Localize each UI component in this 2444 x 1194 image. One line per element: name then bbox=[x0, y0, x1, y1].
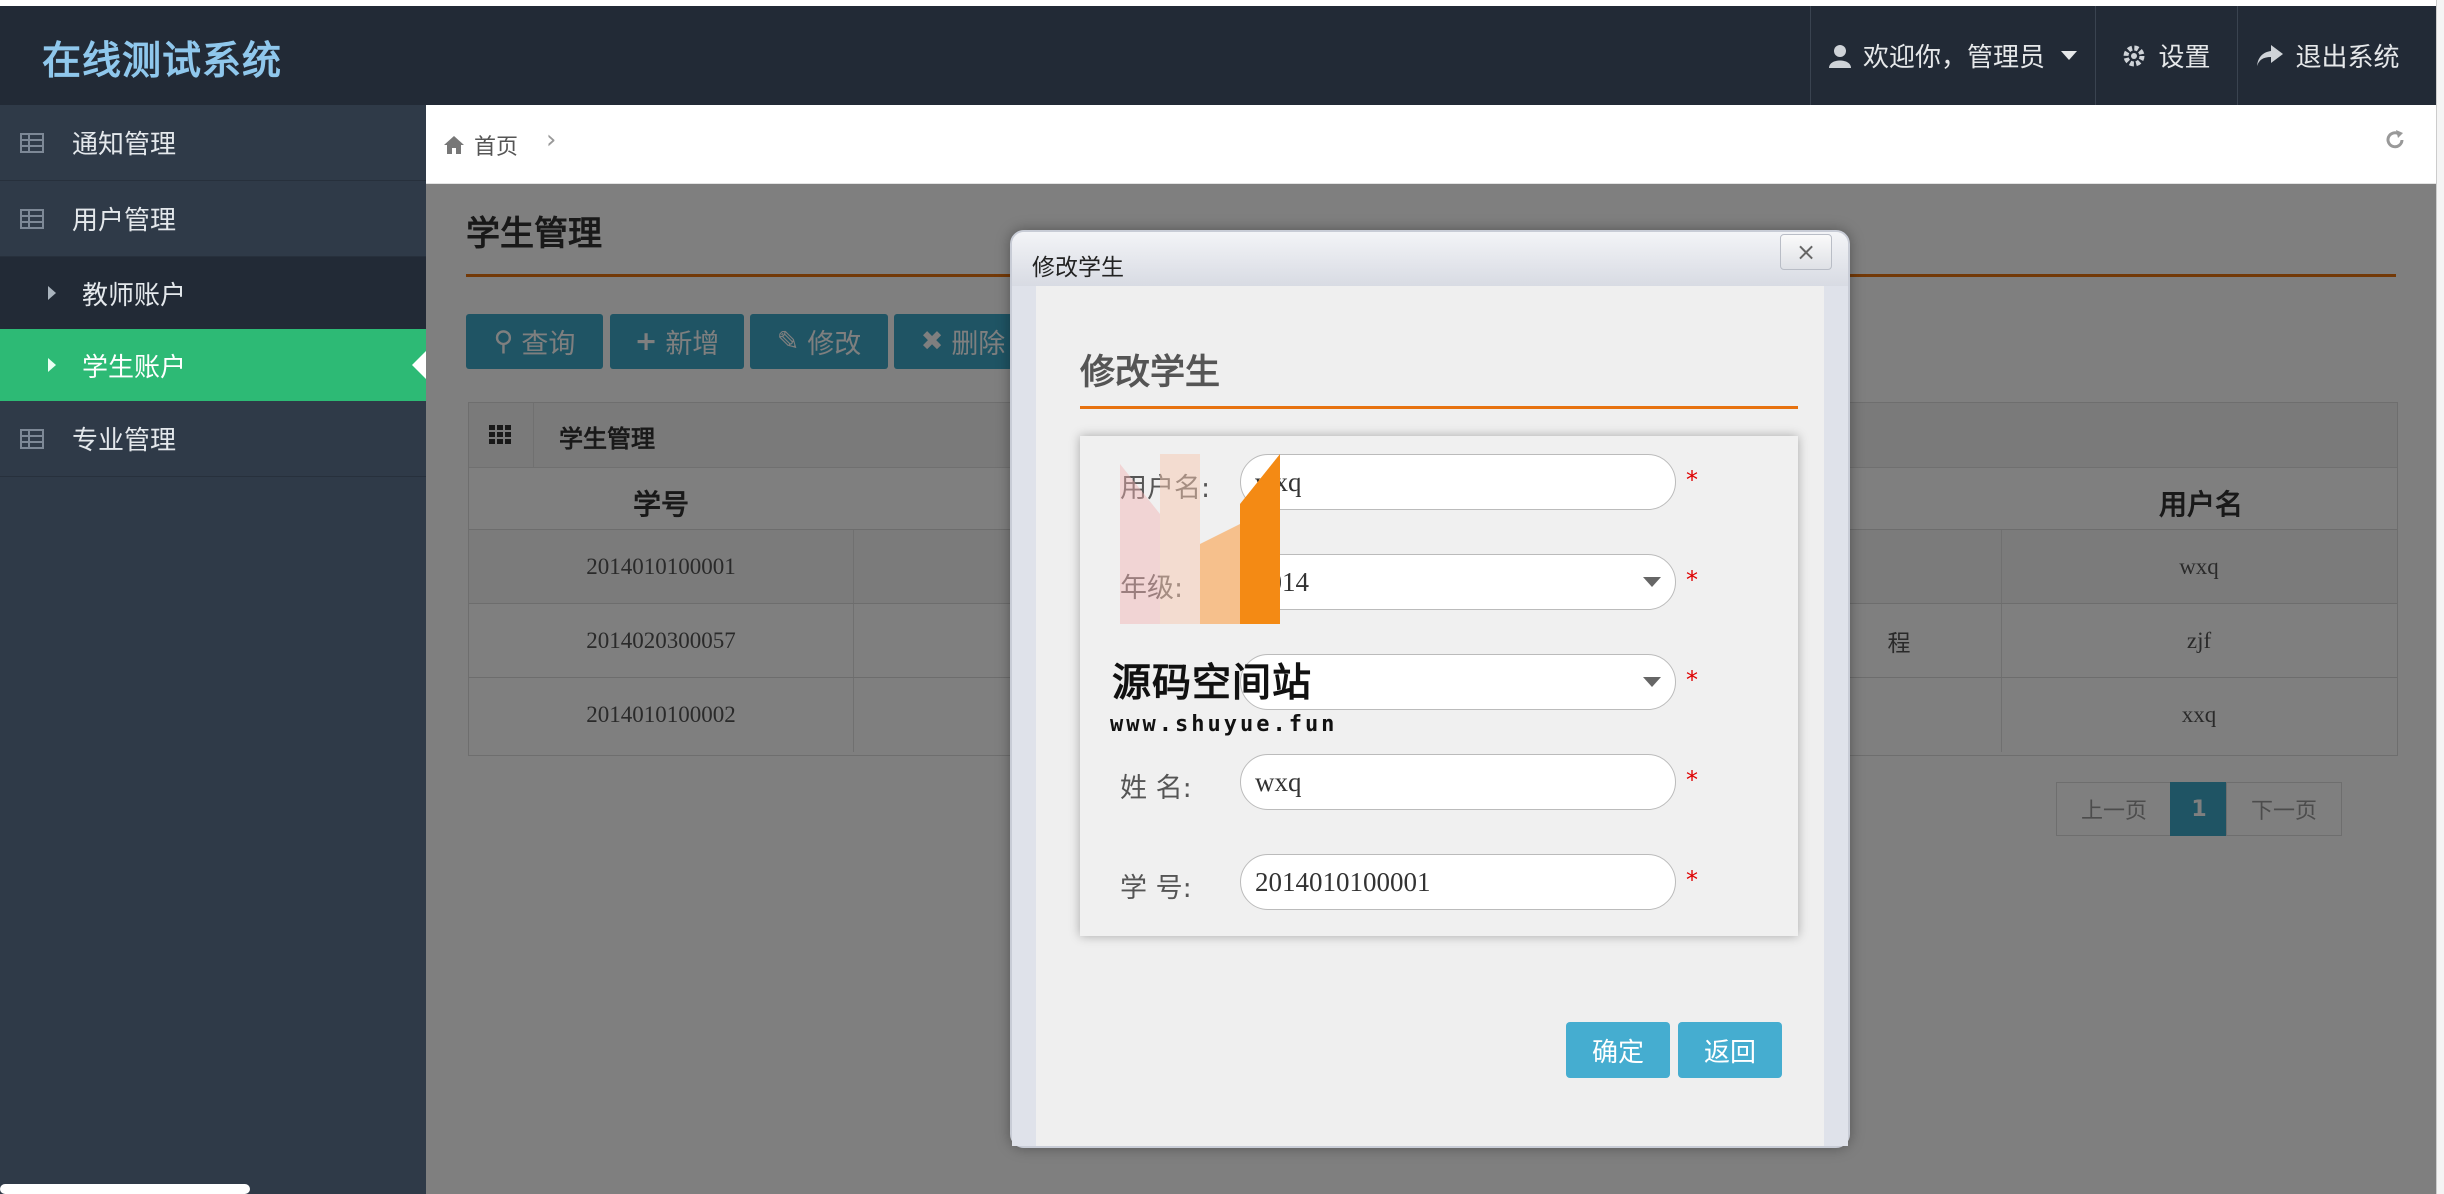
sidebar-item-teacher-accounts[interactable]: 教师账户 bbox=[0, 257, 426, 329]
logout-button[interactable]: 退出系统 bbox=[2237, 6, 2419, 105]
confirm-button[interactable]: 确定 bbox=[1566, 1022, 1670, 1078]
caret-right-icon bbox=[48, 286, 56, 300]
sidebar-item-label: 学生账户 bbox=[82, 352, 187, 383]
sidebar-item-label: 专业管理 bbox=[72, 426, 177, 456]
required-mark: * bbox=[1686, 866, 1698, 894]
breadcrumb: 首页 › bbox=[426, 105, 2436, 184]
table-grid-icon bbox=[20, 132, 44, 153]
active-indicator bbox=[412, 351, 426, 379]
sidebar-item-notices[interactable]: 通知管理 bbox=[0, 105, 426, 181]
top-header: 在线测试系统 欢迎你，管理员 设置 退出系统 bbox=[0, 6, 2436, 105]
sidebar-item-student-accounts[interactable]: 学生账户 bbox=[0, 329, 426, 401]
table-grid-icon bbox=[20, 208, 44, 229]
sidebar-item-label: 教师账户 bbox=[82, 280, 187, 311]
sidebar-item-users[interactable]: 用户管理 bbox=[0, 181, 426, 257]
back-button[interactable]: 返回 bbox=[1678, 1022, 1782, 1078]
home-icon bbox=[444, 136, 464, 154]
student-no-field[interactable]: 2014010100001 bbox=[1240, 854, 1676, 910]
dialog-border-right bbox=[1824, 286, 1848, 1146]
chevron-right-icon: › bbox=[546, 125, 557, 155]
watermark-logo bbox=[1120, 454, 1280, 624]
settings-button[interactable]: 设置 bbox=[2095, 6, 2237, 105]
table-grid-icon bbox=[20, 428, 44, 449]
required-mark: * bbox=[1686, 666, 1698, 694]
bottom-scrollbar[interactable] bbox=[0, 1184, 250, 1194]
user-menu-label: 欢迎你，管理员 bbox=[1862, 43, 2045, 73]
window-edge bbox=[2436, 0, 2444, 1194]
caret-right-icon bbox=[48, 358, 56, 372]
required-mark: * bbox=[1686, 766, 1698, 794]
refresh-icon[interactable] bbox=[2384, 129, 2406, 151]
dialog-close-button[interactable]: × bbox=[1780, 234, 1832, 270]
settings-label: 设置 bbox=[2158, 43, 2211, 73]
sidebar-item-label: 用户管理 bbox=[72, 206, 177, 236]
dialog-titlebar[interactable]: 修改学生 × bbox=[1012, 232, 1848, 287]
watermark-text: 源码空间站 bbox=[1112, 661, 1313, 706]
app-title: 在线测试系统 bbox=[42, 39, 283, 84]
logout-label: 退出系统 bbox=[2295, 43, 2400, 73]
dialog-window-title: 修改学生 bbox=[1032, 255, 1124, 281]
chevron-down-icon bbox=[1643, 577, 1661, 587]
sidebar-item-majors[interactable]: 专业管理 bbox=[0, 401, 426, 477]
chevron-down-icon bbox=[1643, 677, 1661, 687]
name-field[interactable]: wxq bbox=[1240, 754, 1676, 810]
student-no-label: 学 号: bbox=[1120, 873, 1192, 904]
form-divider bbox=[1080, 406, 1798, 409]
user-menu-button[interactable]: 欢迎你，管理员 bbox=[1810, 6, 2095, 105]
chevron-down-icon bbox=[2061, 51, 2077, 60]
required-mark: * bbox=[1686, 566, 1698, 594]
dialog-border-left bbox=[1012, 286, 1036, 1146]
close-icon: × bbox=[1795, 238, 1817, 266]
required-mark: * bbox=[1686, 466, 1698, 494]
breadcrumb-home[interactable]: 首页 bbox=[444, 129, 518, 161]
watermark-url: www.shuyue.fun bbox=[1110, 712, 1338, 737]
breadcrumb-home-label: 首页 bbox=[474, 135, 519, 160]
name-label: 姓 名: bbox=[1120, 773, 1192, 804]
form-title: 修改学生 bbox=[1080, 353, 1221, 393]
user-icon bbox=[1828, 44, 1851, 68]
sidebar: 通知管理 用户管理 教师账户 学生账户 专业管理 bbox=[0, 105, 426, 1194]
share-arrow-icon bbox=[2257, 44, 2284, 66]
sidebar-item-label: 通知管理 bbox=[72, 130, 177, 160]
gear-icon bbox=[2123, 45, 2145, 66]
